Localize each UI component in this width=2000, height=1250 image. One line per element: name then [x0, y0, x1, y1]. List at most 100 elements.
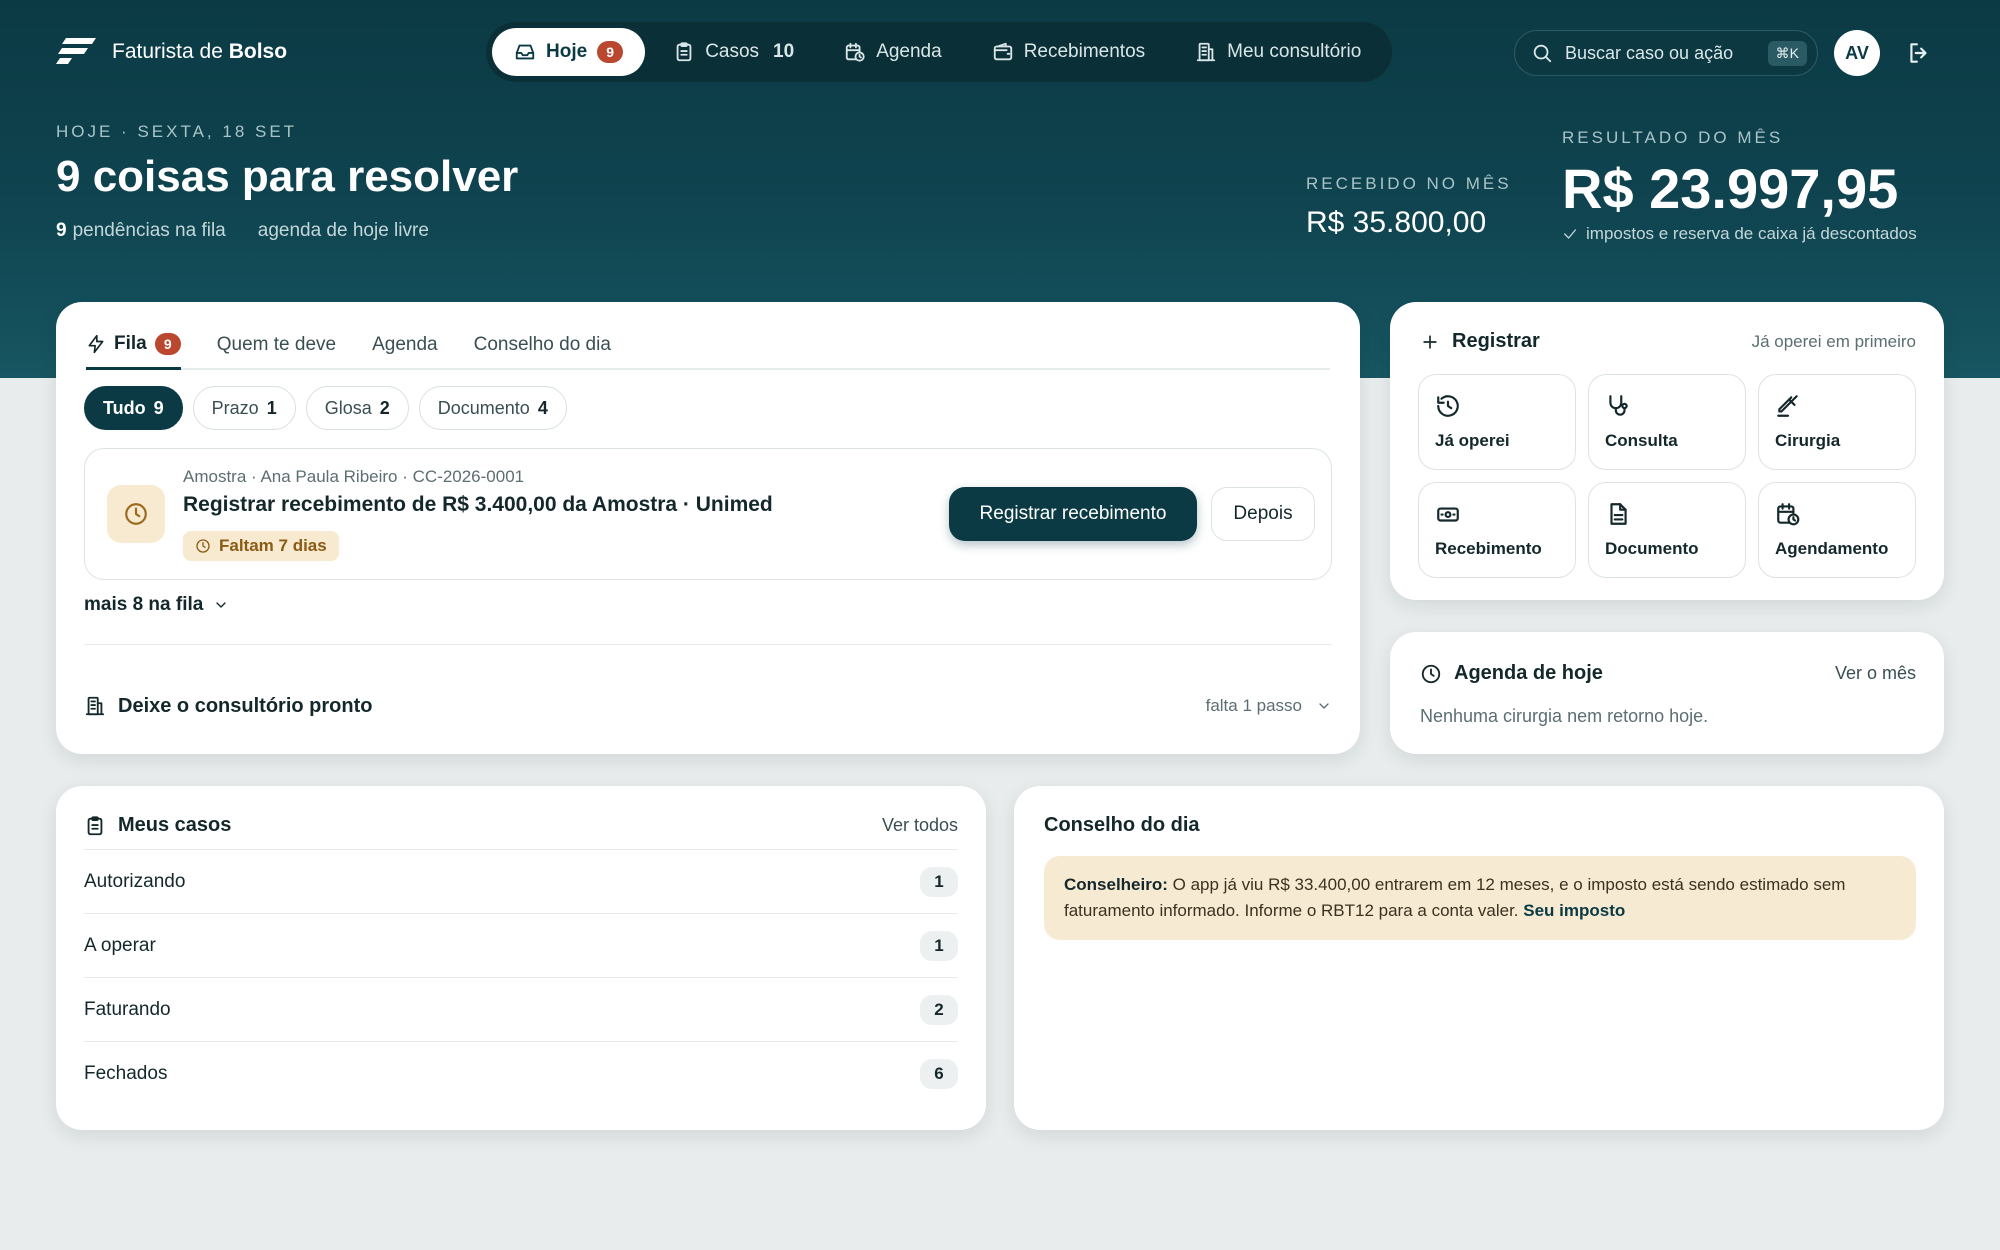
tab-quem-te-deve[interactable]: Quem te deve — [217, 324, 336, 370]
nav-label: Hoje — [546, 41, 588, 62]
filter-chip-documento[interactable]: Documento 4 — [418, 386, 567, 430]
nav-tab-agenda[interactable]: Agenda — [822, 28, 964, 76]
agenda-summary: agenda de hoje livre — [257, 220, 429, 241]
building-icon — [1196, 42, 1216, 62]
queue-item-title: Registrar recebimento de R$ 3.400,00 da … — [183, 493, 773, 516]
register-tile-documento[interactable]: Documento — [1588, 482, 1746, 578]
logout-icon[interactable] — [1906, 40, 1932, 66]
banknote-icon — [1437, 507, 1459, 522]
tab-badge: 9 — [154, 332, 181, 355]
main-nav: Hoje 9 Casos 10 Agenda Recebimentos Meu … — [486, 22, 1392, 82]
queue-item: Amostra · Ana Paula Ribeiro · CC-2026-00… — [84, 448, 1332, 580]
agenda-empty-text: Nenhuma cirurgia nem retorno hoje. — [1420, 706, 1709, 726]
agenda-header: Agenda de hoje Ver o mês — [1420, 662, 1916, 685]
case-count: 1 — [920, 930, 958, 961]
search-placeholder: Buscar caso ou ação — [1565, 42, 1734, 63]
lightning-icon — [88, 334, 104, 353]
stethoscope-icon — [1609, 395, 1628, 416]
scalpel-icon — [1777, 395, 1798, 417]
case-count: 6 — [920, 1059, 958, 1089]
case-count: 2 — [920, 994, 958, 1025]
clock-icon — [196, 539, 210, 553]
register-hint[interactable]: Já operei em primeiro — [1752, 332, 1916, 352]
register-tile-recebimento[interactable]: Recebimento — [1418, 482, 1576, 578]
inbox-icon — [515, 44, 535, 60]
nav-tab-casos[interactable]: Casos 10 — [651, 28, 816, 76]
register-grid: Já operei Consulta Cirurgia Recebimento … — [1418, 374, 1916, 578]
chevron-down-icon — [1319, 703, 1329, 709]
plus-icon — [1423, 334, 1437, 349]
brand-mark-icon — [56, 38, 96, 64]
brand-name: Faturista de Bolso — [112, 40, 288, 63]
clock-icon — [1421, 664, 1441, 683]
calendar-clock-icon — [1777, 503, 1800, 526]
cases-card: Meus casos Ver todos Autorizando 1 A oper… — [56, 786, 986, 1130]
pending-summary: 9 pendências na fila — [56, 220, 226, 241]
nav-tab-hoje[interactable]: Hoje 9 — [492, 28, 646, 76]
setup-status: falta 1 passo — [1206, 696, 1332, 716]
nav-label: Recebimentos — [1023, 41, 1146, 62]
divider — [84, 644, 1332, 645]
document-icon — [1610, 503, 1627, 525]
nav-tab-recebimentos[interactable]: Recebimentos — [970, 28, 1167, 76]
clipboard-icon — [676, 42, 692, 62]
register-tile-agendamento[interactable]: Agendamento — [1758, 482, 1916, 578]
nav-label: Agenda — [876, 41, 942, 62]
search-shortcut: ⌘K — [1767, 40, 1807, 66]
nav-count: 10 — [773, 41, 795, 62]
nav-badge: 9 — [597, 41, 624, 63]
later-button[interactable]: Depois — [1211, 487, 1315, 541]
filter-chip-tudo[interactable]: Tudo 9 — [84, 386, 183, 430]
history-icon — [1437, 395, 1459, 417]
register-tile-cirurgia[interactable]: Cirurgia — [1758, 374, 1916, 470]
cases-list: Autorizando 1 A operar 1 Faturando 2 Fechad… — [84, 850, 958, 1106]
tab-fila[interactable]: Fila 9 — [86, 324, 181, 370]
nav-label: Casos — [705, 41, 760, 62]
register-tile-consulta[interactable]: Consulta — [1588, 374, 1746, 470]
clipboard-icon — [87, 815, 103, 835]
case-status-row[interactable]: A operar 1 — [84, 914, 958, 978]
nav-label: Meu consultório — [1227, 41, 1362, 62]
brand-logo[interactable]: Faturista de Bolso — [56, 36, 287, 68]
case-status-row[interactable]: Fechados 6 — [84, 1042, 958, 1106]
cases-header: Meus casos Ver todos — [84, 812, 958, 850]
clock-icon — [107, 485, 165, 543]
avatar[interactable]: AV — [1834, 30, 1880, 76]
case-status-row[interactable]: Autorizando 1 — [84, 850, 958, 914]
date-label: HOJE · SEXTA, 18 SET — [56, 122, 298, 141]
chevron-down-icon — [216, 602, 227, 608]
tab-conselho-do-dia[interactable]: Conselho do dia — [474, 324, 611, 370]
filter-chip-glosa[interactable]: Glosa 2 — [305, 386, 409, 430]
register-card: Registrar Já operei em primeiro Já opere… — [1390, 302, 1944, 600]
case-status-row[interactable]: Faturando 2 — [84, 978, 958, 1042]
received-value: R$ 35.800,00 — [1306, 206, 1487, 239]
search-box[interactable]: Buscar caso ou ação ⌘K — [1514, 30, 1818, 76]
building-icon — [85, 696, 105, 716]
register-payment-button[interactable]: Registrar recebimento — [949, 487, 1197, 541]
filter-chips: Tudo 9 Prazo 1 Glosa 2 Documento 4 — [84, 386, 567, 430]
filter-chip-prazo[interactable]: Prazo 1 — [192, 386, 296, 430]
tax-link[interactable]: Seu imposto — [1523, 901, 1625, 920]
view-month-link[interactable]: Ver o mês — [1835, 663, 1916, 684]
wallet-icon — [993, 42, 1012, 61]
queue-tabs: Fila 9 Quem te deve Agenda Conselho do d… — [86, 324, 1330, 370]
setup-row[interactable]: Deixe o consultório pronto falta 1 passo — [84, 686, 1332, 726]
received-label: RECEBIDO NO MÊS — [1306, 174, 1512, 193]
register-header: Registrar Já operei em primeiro — [1420, 330, 1916, 353]
case-count: 1 — [920, 866, 958, 897]
check-icon — [1564, 229, 1576, 239]
agenda-card: Agenda de hoje Ver o mês Nenhuma cirurgi… — [1390, 632, 1944, 754]
page-title: 9 coisas para resolver — [56, 152, 519, 201]
register-tile-ja-operei[interactable]: Já operei — [1418, 374, 1576, 470]
advice-card: Conselho do dia Conselheiro: O app já vi… — [1014, 786, 1944, 1130]
view-all-link[interactable]: Ver todos — [882, 815, 958, 836]
more-in-queue-link[interactable]: mais 8 na fila — [84, 594, 229, 616]
calendar-clock-icon — [846, 42, 865, 62]
advice-message: Conselheiro: O app já viu R$ 33.400,00 e… — [1044, 856, 1916, 940]
result-value: R$ 23.997,95 — [1562, 157, 1899, 220]
queue-item-meta: Amostra · Ana Paula Ribeiro · CC-2026-00… — [183, 467, 525, 486]
nav-tab-meu-consultorio[interactable]: Meu consultório — [1173, 28, 1383, 76]
queue-card: Fila 9 Quem te deve Agenda Conselho do d… — [56, 302, 1360, 754]
hero-subline: 9 pendências na fila agenda de hoje livre — [56, 220, 429, 242]
tab-agenda[interactable]: Agenda — [372, 324, 438, 370]
